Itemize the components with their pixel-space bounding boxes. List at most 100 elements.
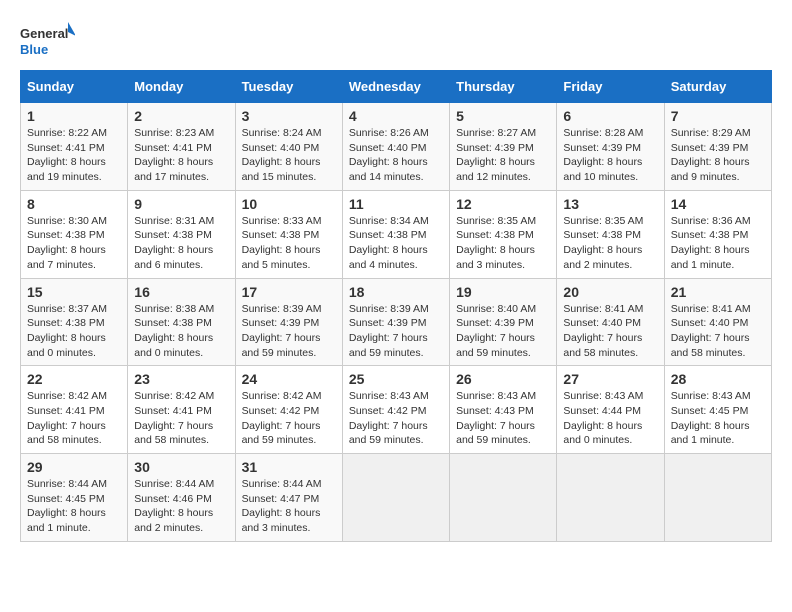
day-number: 14 — [671, 196, 765, 212]
day-number: 21 — [671, 284, 765, 300]
calendar-cell — [342, 454, 449, 542]
cell-info: Sunrise: 8:43 AM Sunset: 4:42 PM Dayligh… — [349, 389, 443, 448]
day-number: 9 — [134, 196, 228, 212]
cell-info: Sunrise: 8:44 AM Sunset: 4:46 PM Dayligh… — [134, 477, 228, 536]
cell-info: Sunrise: 8:35 AM Sunset: 4:38 PM Dayligh… — [563, 214, 657, 273]
calendar-cell: 6Sunrise: 8:28 AM Sunset: 4:39 PM Daylig… — [557, 103, 664, 191]
header-day-saturday: Saturday — [664, 71, 771, 103]
calendar-cell: 13 Sunrise: 8:35 AM Sunset: 4:38 PM Dayli… — [557, 190, 664, 278]
calendar-cell: 17 Sunrise: 8:39 AM Sunset: 4:39 PM Dayli… — [235, 278, 342, 366]
cell-info: Sunrise: 8:42 AM Sunset: 4:41 PM Dayligh… — [27, 389, 121, 448]
calendar-cell: 5 Sunrise: 8:27 AM Sunset: 4:39 PM Daylig… — [450, 103, 557, 191]
cell-info: Sunrise: 8:35 AM Sunset: 4:38 PM Dayligh… — [456, 214, 550, 273]
logo-svg: General Blue — [20, 20, 75, 60]
cell-info: Sunrise: 8:37 AM Sunset: 4:38 PM Dayligh… — [27, 302, 121, 361]
cell-info: Sunrise: 8:39 AM Sunset: 4:39 PM Dayligh… — [242, 302, 336, 361]
calendar-cell: 21Sunrise: 8:41 AM Sunset: 4:40 PM Dayli… — [664, 278, 771, 366]
svg-text:Blue: Blue — [20, 42, 48, 57]
calendar-cell: 26Sunrise: 8:43 AM Sunset: 4:43 PM Dayli… — [450, 366, 557, 454]
cell-info: Sunrise: 8:23 AM Sunset: 4:41 PM Dayligh… — [134, 126, 228, 185]
day-number: 8 — [27, 196, 121, 212]
calendar-cell: 1 Sunrise: 8:22 AM Sunset: 4:41 PM Daylig… — [21, 103, 128, 191]
day-number: 17 — [242, 284, 336, 300]
calendar-week-3: 15Sunrise: 8:37 AM Sunset: 4:38 PM Dayli… — [21, 278, 772, 366]
logo: General Blue — [20, 20, 75, 60]
calendar-cell: 18 Sunrise: 8:39 AM Sunset: 4:39 PM Dayli… — [342, 278, 449, 366]
day-number: 19 — [456, 284, 550, 300]
cell-info: Sunrise: 8:42 AM Sunset: 4:41 PM Dayligh… — [134, 389, 228, 448]
day-number: 12 — [456, 196, 550, 212]
calendar-cell: 19 Sunrise: 8:40 AM Sunset: 4:39 PM Dayli… — [450, 278, 557, 366]
cell-info: Sunrise: 8:22 AM Sunset: 4:41 PM Dayligh… — [27, 126, 121, 185]
calendar-cell: 4Sunrise: 8:26 AM Sunset: 4:40 PM Daylig… — [342, 103, 449, 191]
cell-info: Sunrise: 8:43 AM Sunset: 4:44 PM Dayligh… — [563, 389, 657, 448]
calendar-cell: 9 Sunrise: 8:31 AM Sunset: 4:38 PM Daylig… — [128, 190, 235, 278]
day-number: 27 — [563, 371, 657, 387]
day-number: 18 — [349, 284, 443, 300]
calendar-cell: 7 Sunrise: 8:29 AM Sunset: 4:39 PM Daylig… — [664, 103, 771, 191]
day-number: 25 — [349, 371, 443, 387]
calendar-cell — [664, 454, 771, 542]
cell-info: Sunrise: 8:42 AM Sunset: 4:42 PM Dayligh… — [242, 389, 336, 448]
calendar-cell: 22Sunrise: 8:42 AM Sunset: 4:41 PM Dayli… — [21, 366, 128, 454]
cell-info: Sunrise: 8:31 AM Sunset: 4:38 PM Dayligh… — [134, 214, 228, 273]
day-number: 1 — [27, 108, 121, 124]
calendar-week-5: 29 Sunrise: 8:44 AM Sunset: 4:45 PM Dayli… — [21, 454, 772, 542]
cell-info: Sunrise: 8:29 AM Sunset: 4:39 PM Dayligh… — [671, 126, 765, 185]
day-number: 3 — [242, 108, 336, 124]
svg-text:General: General — [20, 26, 68, 41]
calendar-cell: 8Sunrise: 8:30 AM Sunset: 4:38 PM Daylig… — [21, 190, 128, 278]
calendar-cell: 25 Sunrise: 8:43 AM Sunset: 4:42 PM Dayli… — [342, 366, 449, 454]
calendar-cell: 15Sunrise: 8:37 AM Sunset: 4:38 PM Dayli… — [21, 278, 128, 366]
day-number: 20 — [563, 284, 657, 300]
cell-info: Sunrise: 8:43 AM Sunset: 4:45 PM Dayligh… — [671, 389, 765, 448]
day-number: 24 — [242, 371, 336, 387]
header-day-tuesday: Tuesday — [235, 71, 342, 103]
cell-info: Sunrise: 8:44 AM Sunset: 4:47 PM Dayligh… — [242, 477, 336, 536]
day-number: 29 — [27, 459, 121, 475]
day-number: 16 — [134, 284, 228, 300]
calendar-table: SundayMondayTuesdayWednesdayThursdayFrid… — [20, 70, 772, 542]
calendar-cell: 24 Sunrise: 8:42 AM Sunset: 4:42 PM Dayli… — [235, 366, 342, 454]
calendar-cell: 3 Sunrise: 8:24 AM Sunset: 4:40 PM Daylig… — [235, 103, 342, 191]
header-day-monday: Monday — [128, 71, 235, 103]
day-number: 4 — [349, 108, 443, 124]
calendar-cell: 23 Sunrise: 8:42 AM Sunset: 4:41 PM Dayli… — [128, 366, 235, 454]
cell-info: Sunrise: 8:41 AM Sunset: 4:40 PM Dayligh… — [563, 302, 657, 361]
cell-info: Sunrise: 8:27 AM Sunset: 4:39 PM Dayligh… — [456, 126, 550, 185]
header-row: SundayMondayTuesdayWednesdayThursdayFrid… — [21, 71, 772, 103]
cell-info: Sunrise: 8:28 AM Sunset: 4:39 PM Dayligh… — [563, 126, 657, 185]
cell-info: Sunrise: 8:40 AM Sunset: 4:39 PM Dayligh… — [456, 302, 550, 361]
calendar-cell: 12 Sunrise: 8:35 AM Sunset: 4:38 PM Dayli… — [450, 190, 557, 278]
header-day-friday: Friday — [557, 71, 664, 103]
cell-info: Sunrise: 8:34 AM Sunset: 4:38 PM Dayligh… — [349, 214, 443, 273]
header-day-thursday: Thursday — [450, 71, 557, 103]
day-number: 11 — [349, 196, 443, 212]
cell-info: Sunrise: 8:39 AM Sunset: 4:39 PM Dayligh… — [349, 302, 443, 361]
header-day-wednesday: Wednesday — [342, 71, 449, 103]
day-number: 31 — [242, 459, 336, 475]
day-number: 2 — [134, 108, 228, 124]
calendar-week-1: 1 Sunrise: 8:22 AM Sunset: 4:41 PM Daylig… — [21, 103, 772, 191]
cell-info: Sunrise: 8:33 AM Sunset: 4:38 PM Dayligh… — [242, 214, 336, 273]
calendar-cell: 16Sunrise: 8:38 AM Sunset: 4:38 PM Dayli… — [128, 278, 235, 366]
day-number: 23 — [134, 371, 228, 387]
calendar-cell: 11 Sunrise: 8:34 AM Sunset: 4:38 PM Dayli… — [342, 190, 449, 278]
page-header: General Blue — [20, 20, 772, 60]
calendar-cell — [557, 454, 664, 542]
calendar-cell: 29 Sunrise: 8:44 AM Sunset: 4:45 PM Dayli… — [21, 454, 128, 542]
day-number: 13 — [563, 196, 657, 212]
day-number: 28 — [671, 371, 765, 387]
cell-info: Sunrise: 8:44 AM Sunset: 4:45 PM Dayligh… — [27, 477, 121, 536]
day-number: 7 — [671, 108, 765, 124]
calendar-cell — [450, 454, 557, 542]
calendar-week-2: 8Sunrise: 8:30 AM Sunset: 4:38 PM Daylig… — [21, 190, 772, 278]
calendar-cell: 20 Sunrise: 8:41 AM Sunset: 4:40 PM Dayli… — [557, 278, 664, 366]
calendar-cell: 28 Sunrise: 8:43 AM Sunset: 4:45 PM Dayli… — [664, 366, 771, 454]
day-number: 10 — [242, 196, 336, 212]
calendar-cell: 10 Sunrise: 8:33 AM Sunset: 4:38 PM Dayli… — [235, 190, 342, 278]
cell-info: Sunrise: 8:24 AM Sunset: 4:40 PM Dayligh… — [242, 126, 336, 185]
day-number: 5 — [456, 108, 550, 124]
day-number: 30 — [134, 459, 228, 475]
calendar-cell: 14Sunrise: 8:36 AM Sunset: 4:38 PM Dayli… — [664, 190, 771, 278]
